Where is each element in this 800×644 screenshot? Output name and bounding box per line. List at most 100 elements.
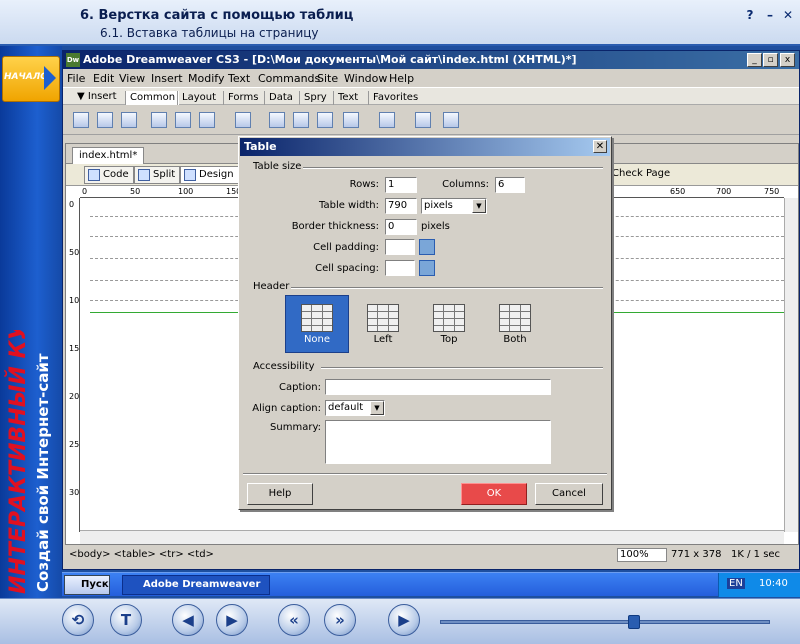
minimize-button[interactable]: – <box>762 8 778 22</box>
insert-tab-data[interactable]: Data <box>264 91 297 105</box>
previous-button[interactable]: ◀ <box>172 604 204 636</box>
hyperlink-icon[interactable] <box>73 112 89 128</box>
menu-insert[interactable]: Insert <box>151 72 183 85</box>
brand-line-2: Создай свой Интернет-сайт <box>34 353 52 592</box>
taskbar-dreamweaver[interactable]: Adobe Dreamweaver ... <box>122 575 270 608</box>
document-horizontal-scrollbar[interactable] <box>80 530 784 544</box>
window-size[interactable]: 771 x 378 <box>671 547 721 563</box>
menu-file[interactable]: File <box>67 72 85 85</box>
cell-spacing-input[interactable] <box>385 260 415 276</box>
border-thickness-label: Border thickness: <box>291 221 379 232</box>
border-thickness-input[interactable]: 0 <box>385 219 417 235</box>
header-none-option[interactable]: None <box>285 295 349 353</box>
insert-tab-favorites[interactable]: Favorites <box>368 91 422 105</box>
dw-maximize-button[interactable]: ▫ <box>763 53 778 67</box>
design-view-button[interactable]: Design <box>180 166 239 184</box>
comment-icon[interactable] <box>317 112 333 128</box>
help-button[interactable]: Help <box>247 483 313 505</box>
rows-label: Rows: <box>349 179 379 190</box>
columns-input[interactable]: 6 <box>495 177 525 193</box>
chevron-down-icon: ▼ <box>472 199 486 213</box>
seek-track[interactable] <box>440 620 770 624</box>
head-icon[interactable] <box>343 112 359 128</box>
table-width-label: Table width: <box>319 200 379 211</box>
table-dialog: Table ✕ Table size Rows: 1 Columns: 6 Ta… <box>238 136 612 510</box>
templates-icon[interactable] <box>415 112 431 128</box>
dw-close-button[interactable]: x <box>780 53 795 67</box>
cell-padding-label: Cell padding: <box>313 242 379 253</box>
language-indicator[interactable]: EN <box>727 578 745 589</box>
ruler-label: 50 <box>130 187 141 196</box>
header-top-option[interactable]: Top <box>417 295 481 353</box>
width-unit-select[interactable]: pixels ▼ <box>421 198 487 214</box>
split-view-button[interactable]: Split <box>134 166 181 184</box>
help-button[interactable]: ? <box>742 8 758 22</box>
ruler-label: 0 <box>82 187 88 196</box>
cell-padding-input[interactable] <box>385 239 415 255</box>
dw-minimize-button[interactable]: _ <box>747 53 762 67</box>
close-button[interactable]: ✕ <box>780 8 796 22</box>
dw-titlebar: Adobe Dreamweaver CS3 - [D:\Мои документ… <box>63 51 799 69</box>
document-vertical-scrollbar[interactable] <box>784 198 798 532</box>
caption-input[interactable] <box>325 379 551 395</box>
tag-selector[interactable]: <body> <table> <tr> <td> <box>69 547 214 563</box>
menu-text[interactable]: Text <box>228 72 250 85</box>
menu-edit[interactable]: Edit <box>93 72 114 85</box>
summary-textarea[interactable] <box>325 420 551 464</box>
table-width-input[interactable]: 790 <box>385 198 417 214</box>
course-brand: ИНТЕРАКТИВНЫЙ КУРС Создай свой Интернет-… <box>2 330 60 594</box>
script-icon[interactable] <box>379 112 395 128</box>
caption-label: Caption: <box>279 382 321 393</box>
rows-input[interactable]: 1 <box>385 177 417 193</box>
header-both-option[interactable]: Both <box>483 295 547 353</box>
insert-panel-label[interactable]: ▼ Insert <box>77 91 117 102</box>
header-section: Header <box>253 281 290 292</box>
menu-help[interactable]: Help <box>389 72 414 85</box>
insert-tab-text[interactable]: Text <box>333 91 362 105</box>
tag-chooser-icon[interactable] <box>443 112 459 128</box>
menu-commands[interactable]: Commands <box>258 72 320 85</box>
next-button[interactable]: ▶ <box>216 604 248 636</box>
table-both-icon <box>499 304 531 332</box>
menu-modify[interactable]: Modify <box>188 72 224 85</box>
seek-thumb[interactable] <box>628 615 640 629</box>
div-icon[interactable] <box>175 112 191 128</box>
next-section-button[interactable]: » <box>324 604 356 636</box>
insert-tab-layout[interactable]: Layout <box>177 91 220 105</box>
header-option-label: Both <box>503 334 527 345</box>
width-unit-value: pixels <box>424 200 453 211</box>
dialog-close-button[interactable]: ✕ <box>593 140 607 153</box>
align-caption-select[interactable]: default ▼ <box>325 400 385 416</box>
named-anchor-icon[interactable] <box>121 112 137 128</box>
play-button[interactable]: ▶ <box>388 604 420 636</box>
ruler-label: 0 <box>69 200 75 209</box>
insert-tab-spry[interactable]: Spry <box>299 91 331 105</box>
ok-button[interactable]: OK <box>461 483 527 505</box>
menu-site[interactable]: Site <box>317 72 338 85</box>
email-link-icon[interactable] <box>97 112 113 128</box>
code-view-icon <box>88 169 100 181</box>
accessibility-section: Accessibility <box>253 361 315 372</box>
insert-tab-common[interactable]: Common <box>125 91 180 105</box>
start-button[interactable]: Пуск <box>64 575 110 595</box>
document-tab[interactable]: index.html* <box>72 147 145 164</box>
dw-menubar: File Edit View Insert Modify Text Comman… <box>63 69 799 87</box>
server-side-include-icon[interactable] <box>293 112 309 128</box>
previous-section-button[interactable]: « <box>278 604 310 636</box>
media-icon[interactable] <box>235 112 251 128</box>
code-view-button[interactable]: Code <box>84 166 134 184</box>
header-option-label: Left <box>373 334 393 345</box>
insert-tab-forms[interactable]: Forms <box>223 91 262 105</box>
replay-button[interactable]: ⟲ <box>62 604 94 636</box>
date-icon[interactable] <box>269 112 285 128</box>
chevron-down-icon: ▼ <box>370 401 384 415</box>
check-page-button[interactable]: Check Page <box>612 168 670 179</box>
zoom-select[interactable]: 100% <box>617 548 667 562</box>
menu-window[interactable]: Window <box>344 72 387 85</box>
table-icon[interactable] <box>151 112 167 128</box>
cancel-button[interactable]: Cancel <box>535 483 603 505</box>
header-left-option[interactable]: Left <box>351 295 415 353</box>
image-icon[interactable] <box>199 112 215 128</box>
text-button[interactable]: T <box>110 604 142 636</box>
menu-view[interactable]: View <box>119 72 145 85</box>
